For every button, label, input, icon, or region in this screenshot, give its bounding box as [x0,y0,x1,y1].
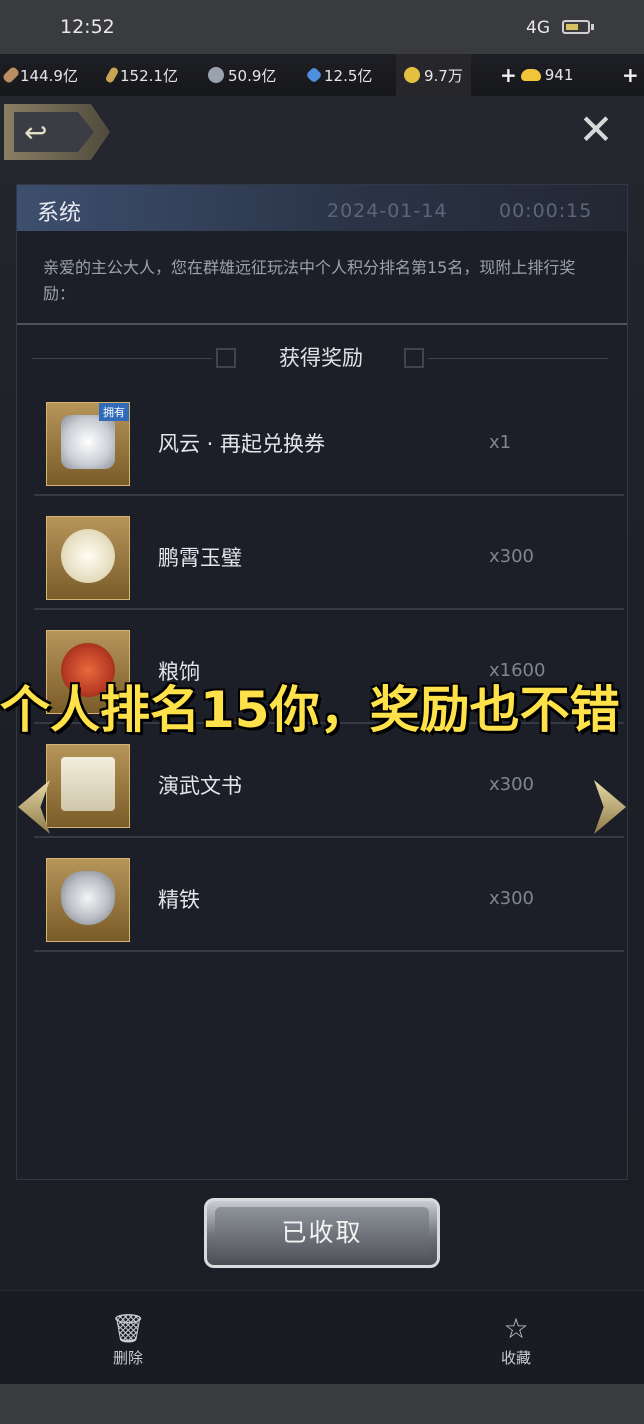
favorite-label: 收藏 [500,1349,531,1367]
delete-label: 删除 [112,1349,143,1367]
resource-grain: 152.1亿 [104,54,178,96]
battery-icon [562,20,590,34]
reward-name: 演武文书 [158,774,242,798]
back-arrow-icon: ↩ [24,116,48,149]
resource-crystal: 12.5亿 [305,54,372,96]
wood-icon [1,65,21,85]
mail-date: 2024-01-14 [327,200,448,222]
jade-disc-icon[interactable] [46,516,130,600]
reward-quantity: x300 [489,888,535,909]
reward-name: 鹏霄玉璧 [158,546,242,570]
trash-icon: 🗑 [110,1312,146,1345]
stone-icon [208,67,224,83]
rewards-section-header: 获得奖励 [16,340,626,374]
delete-button[interactable]: 🗑 删除 [98,1313,158,1368]
claimed-button-label: 已收取 [215,1207,429,1259]
system-nav-bar [0,1384,644,1424]
video-caption: 个人排名15你，奖励也不错 [0,681,620,739]
exchange-ticket-icon[interactable]: 拥有 [46,402,130,486]
reward-quantity: x300 [489,546,535,567]
rewards-title: 获得奖励 [279,346,363,370]
reward-quantity: x300 [489,774,535,795]
reward-quantity: x1 [489,432,512,453]
network-indicator: 4G [526,18,550,38]
resource-stone: 50.9亿 [208,54,276,96]
mail-time: 00:00:15 [499,200,593,222]
reward-item[interactable]: 精铁 x300 [34,836,624,952]
star-icon: ☆ [503,1312,529,1345]
reward-item[interactable]: 鹏霄玉璧 x300 [34,494,624,610]
close-icon[interactable]: ✕ [578,105,613,154]
resource-bar: 144.9亿 152.1亿 50.9亿 12.5亿 9.7万 + 941 + [0,54,644,97]
back-button[interactable]: ↩ [4,104,110,160]
status-time: 12:52 [60,16,115,38]
owned-badge: 拥有 [99,403,129,421]
reward-name: 精铁 [158,888,200,912]
resource-more[interactable]: + [622,54,643,96]
reward-name: 风云 · 再起兑换券 [158,432,326,456]
favorite-button[interactable]: ☆ 收藏 [486,1313,546,1368]
crystal-icon [305,66,323,84]
mail-header: 系统 2024-01-14 00:00:15 [17,185,627,231]
reward-item[interactable]: 拥有 风云 · 再起兑换券 x1 [34,380,624,496]
book-icon[interactable] [46,744,130,828]
claimed-button[interactable]: 已收取 [204,1198,440,1268]
resource-wood: 144.9亿 [1,54,78,96]
iron-ore-icon[interactable] [46,858,130,942]
close-button[interactable]: ✕ [572,106,620,154]
resource-copper: 9.7万 [396,54,471,96]
copper-coin-icon [404,67,420,83]
gold-ingot-icon [520,69,541,81]
status-bar: 12:52 4G [0,0,644,54]
resource-gold[interactable]: + 941 [500,54,573,96]
mail-body: 亲爱的主公大人，您在群雄远征玩法中个人积分排名第15名，现附上排行奖励： [43,258,576,303]
add-gold-icon[interactable]: + [500,63,517,87]
add-more-icon[interactable]: + [622,63,639,87]
divider [17,323,627,325]
mail-sender: 系统 [37,201,82,226]
grain-icon [104,66,120,84]
bottom-action-bar: 🗑 删除 ☆ 收藏 [0,1290,644,1385]
